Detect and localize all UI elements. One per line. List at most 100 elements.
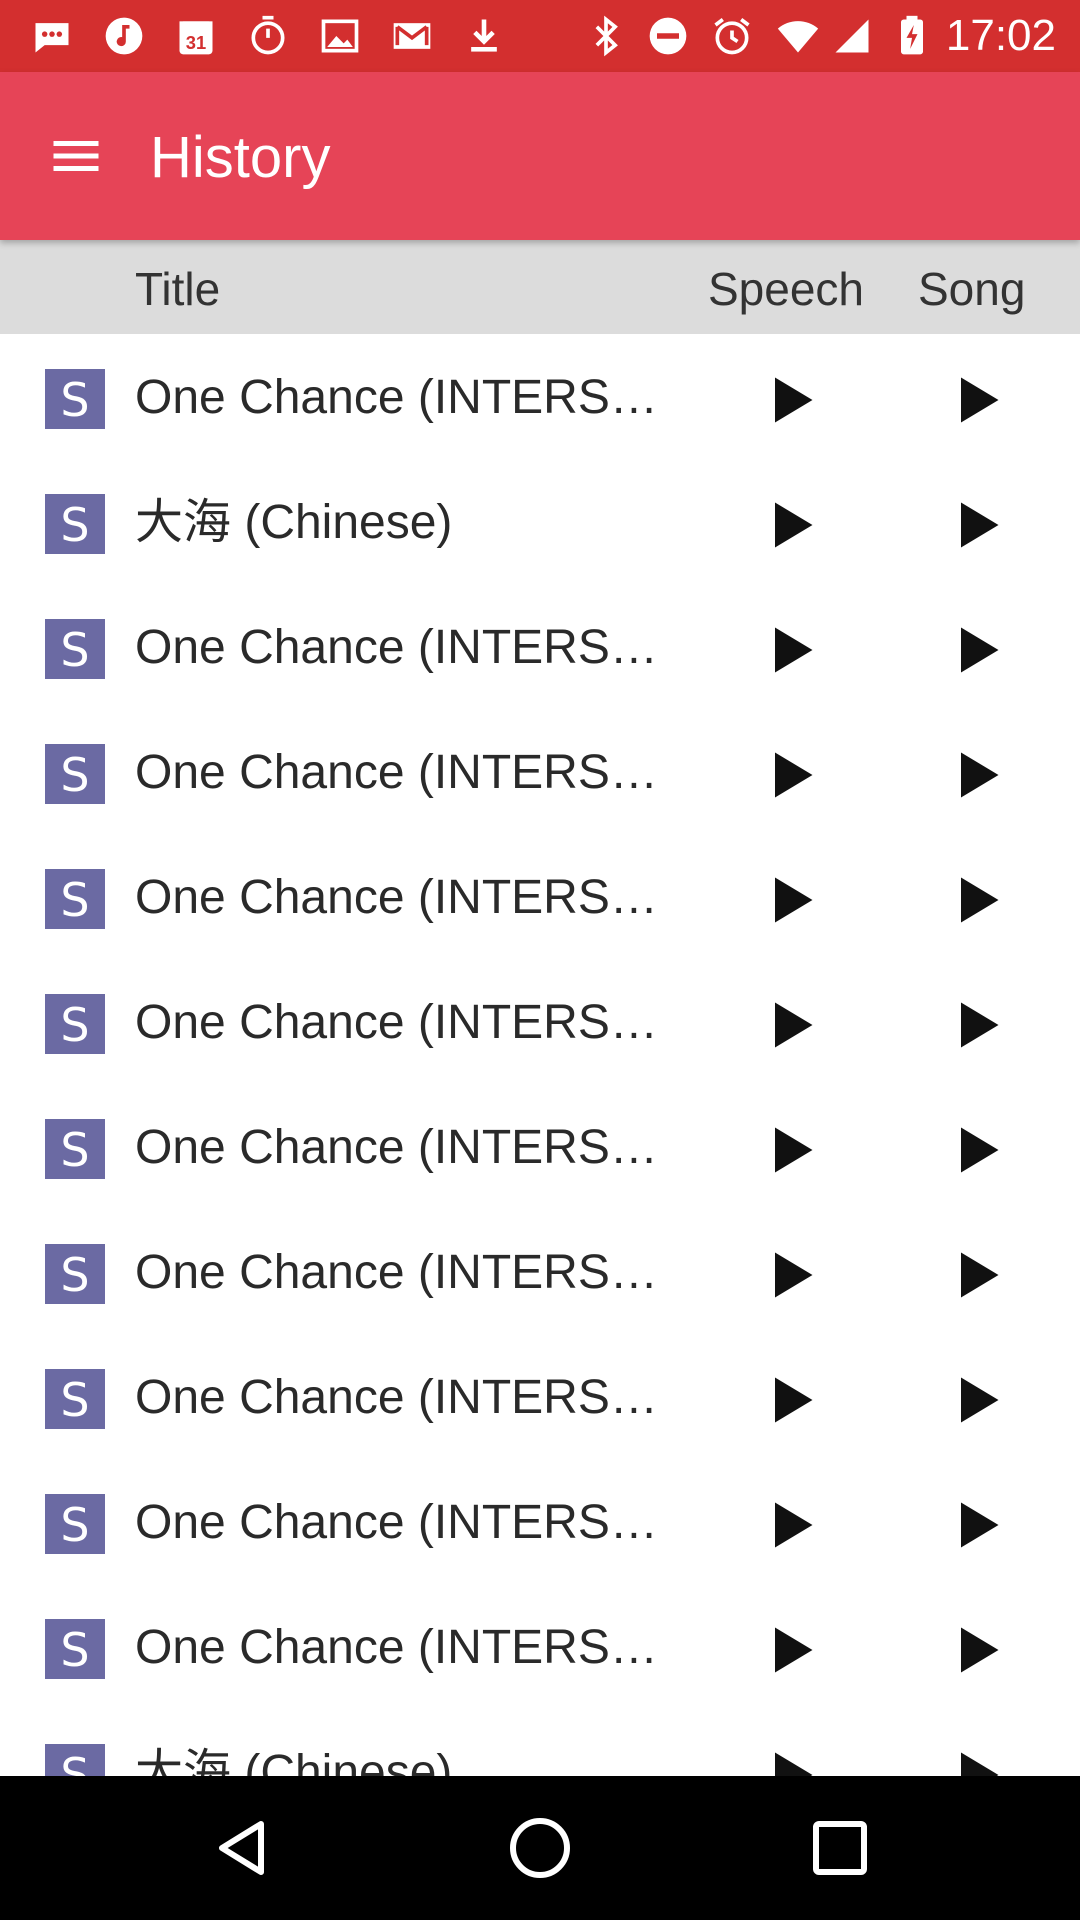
play-speech-button[interactable] xyxy=(754,489,826,561)
column-title: Title xyxy=(135,263,221,315)
column-speech: Speech xyxy=(708,263,865,315)
list-item[interactable]: S 大海 (Chinese) xyxy=(0,459,1080,584)
menu-button[interactable] xyxy=(40,120,112,192)
play-icon xyxy=(961,877,999,923)
cell-signal-icon xyxy=(830,14,874,58)
list-item[interactable]: S One Chance (INTERSPEECH 2016) xyxy=(0,709,1080,834)
list-item[interactable]: S One Chance (INTERSPEECH 2016) xyxy=(0,1334,1080,1459)
play-speech-button[interactable] xyxy=(754,364,826,436)
play-speech-button[interactable] xyxy=(754,1739,826,1776)
list-item[interactable]: S One Chance (INTERSPEECH 2016) xyxy=(0,1209,1080,1334)
song-badge-icon: S xyxy=(45,1119,105,1179)
gmail-icon xyxy=(390,14,434,58)
recents-button[interactable] xyxy=(800,1808,880,1888)
song-badge-icon: S xyxy=(45,1369,105,1429)
play-icon xyxy=(775,502,813,548)
wifi-icon xyxy=(776,14,820,58)
play-icon xyxy=(961,1127,999,1173)
back-button[interactable] xyxy=(200,1808,280,1888)
play-song-button[interactable] xyxy=(940,739,1012,811)
home-button[interactable] xyxy=(500,1808,580,1888)
play-icon xyxy=(775,1002,813,1048)
play-song-button[interactable] xyxy=(940,1489,1012,1561)
list-item[interactable]: S 大海 (Chinese) xyxy=(0,1709,1080,1776)
list-item[interactable]: S One Chance (INTERSPEECH 2016) xyxy=(0,1584,1080,1709)
music-icon xyxy=(102,14,146,58)
status-time: 17:02 xyxy=(945,11,1056,60)
bluetooth-icon xyxy=(584,14,628,58)
timer-icon xyxy=(246,14,290,58)
play-icon xyxy=(961,1252,999,1298)
play-speech-button[interactable] xyxy=(754,989,826,1061)
play-speech-button[interactable] xyxy=(754,1614,826,1686)
status-bar: 31 17:02 xyxy=(0,0,1080,72)
do-not-disturb-icon xyxy=(646,14,690,58)
play-speech-button[interactable] xyxy=(754,1364,826,1436)
play-song-button[interactable] xyxy=(940,989,1012,1061)
song-badge-icon: S xyxy=(45,869,105,929)
play-speech-button[interactable] xyxy=(754,1114,826,1186)
item-title: One Chance (INTERSPEECH 2016) xyxy=(135,871,670,924)
play-song-button[interactable] xyxy=(940,614,1012,686)
list-item[interactable]: S One Chance (INTERSPEECH 2016) xyxy=(0,959,1080,1084)
home-icon xyxy=(510,1818,570,1878)
download-icon xyxy=(462,14,506,58)
recents-icon xyxy=(813,1821,867,1875)
play-speech-button[interactable] xyxy=(754,864,826,936)
song-badge-icon: S xyxy=(45,994,105,1054)
play-icon xyxy=(775,877,813,923)
play-song-button[interactable] xyxy=(940,1364,1012,1436)
item-title: One Chance (INTERSPEECH 2016) xyxy=(135,996,670,1049)
list-item[interactable]: S One Chance (INTERSPEECH 2016) xyxy=(0,1459,1080,1584)
play-icon xyxy=(961,1377,999,1423)
alarm-icon xyxy=(710,14,754,58)
play-song-button[interactable] xyxy=(940,864,1012,936)
play-song-button[interactable] xyxy=(940,1614,1012,1686)
song-badge-icon: S xyxy=(45,1619,105,1679)
song-badge-icon: S xyxy=(45,1244,105,1304)
play-icon xyxy=(775,1502,813,1548)
play-song-button[interactable] xyxy=(940,489,1012,561)
list-item[interactable]: S One Chance (INTERSPEECH 2016) xyxy=(0,334,1080,459)
page-title: History xyxy=(150,125,331,190)
play-icon xyxy=(775,627,813,673)
play-icon xyxy=(775,752,813,798)
play-icon xyxy=(961,377,999,423)
play-icon xyxy=(961,1502,999,1548)
play-icon xyxy=(961,1627,999,1673)
history-list[interactable]: S One Chance (INTERSPEECH 2016) S 大海 (Chine… xyxy=(0,334,1080,1776)
play-speech-button[interactable] xyxy=(754,1239,826,1311)
play-icon xyxy=(961,502,999,548)
song-badge-icon: S xyxy=(45,1494,105,1554)
play-speech-button[interactable] xyxy=(754,739,826,811)
list-item[interactable]: S One Chance (INTERSPEECH 2016) xyxy=(0,1084,1080,1209)
column-song: Song xyxy=(918,263,1026,315)
item-title: One Chance (INTERSPEECH 2016) xyxy=(135,1371,670,1424)
item-title: One Chance (INTERSPEECH 2016) xyxy=(135,1246,670,1299)
item-title: One Chance (INTERSPEECH 2016) xyxy=(135,621,670,674)
song-badge-icon: S xyxy=(45,494,105,554)
song-badge-icon: S xyxy=(45,744,105,804)
item-title: One Chance (INTERSPEECH 2016) xyxy=(135,1496,670,1549)
battery-charging-icon xyxy=(890,14,934,58)
back-icon xyxy=(219,1821,264,1875)
menu-icon xyxy=(53,141,99,171)
item-title: One Chance (INTERSPEECH 2016) xyxy=(135,1121,670,1174)
list-item[interactable]: S One Chance (INTERSPEECH 2016) xyxy=(0,584,1080,709)
play-icon xyxy=(775,377,813,423)
play-speech-button[interactable] xyxy=(754,614,826,686)
calendar-icon: 31 xyxy=(174,14,218,58)
play-icon xyxy=(775,1627,813,1673)
song-badge-icon: S xyxy=(45,1744,105,1776)
navigation-bar xyxy=(0,1776,1080,1920)
play-song-button[interactable] xyxy=(940,1239,1012,1311)
play-song-button[interactable] xyxy=(940,364,1012,436)
play-song-button[interactable] xyxy=(940,1739,1012,1776)
play-speech-button[interactable] xyxy=(754,1489,826,1561)
play-icon xyxy=(961,1752,999,1776)
play-icon xyxy=(775,1252,813,1298)
list-item[interactable]: S One Chance (INTERSPEECH 2016) xyxy=(0,834,1080,959)
play-icon xyxy=(961,627,999,673)
play-icon xyxy=(775,1752,813,1776)
play-song-button[interactable] xyxy=(940,1114,1012,1186)
